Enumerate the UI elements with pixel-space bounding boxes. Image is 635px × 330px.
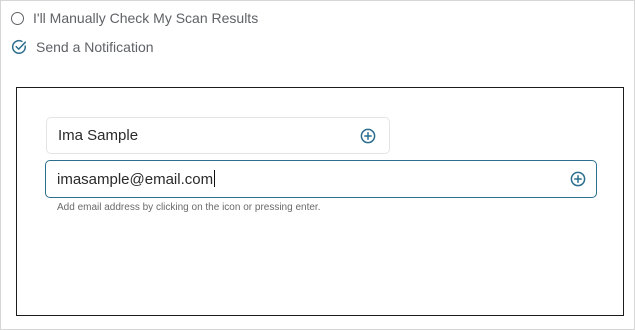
email-text[interactable]: imasample@email.com [57,171,213,188]
email-hint-text: Add email address by clicking on the ico… [57,202,321,213]
recipient-email-input[interactable]: imasample@email.com [45,160,597,198]
manual-check-label[interactable]: I'll Manually Check My Scan Results [33,10,258,26]
manual-check-option[interactable]: I'll Manually Check My Scan Results [11,8,258,28]
recipient-name-field[interactable]: Ima Sample [46,117,390,154]
send-notification-option[interactable]: Send a Notification [11,37,154,57]
check-circle-icon[interactable] [11,39,27,55]
recipient-name-value[interactable]: Ima Sample [58,127,138,144]
notification-settings: I'll Manually Check My Scan Results Send… [0,0,635,330]
plus-circle-icon[interactable] [360,128,376,144]
radio-unselected-icon[interactable] [11,11,24,25]
notification-recipient-panel: Ima Sample imasample@email.com Add email… [16,87,624,316]
send-notification-label[interactable]: Send a Notification [36,39,154,55]
recipient-email-value[interactable]: imasample@email.com [57,170,216,188]
plus-circle-icon[interactable] [570,171,586,187]
text-cursor [214,170,216,187]
